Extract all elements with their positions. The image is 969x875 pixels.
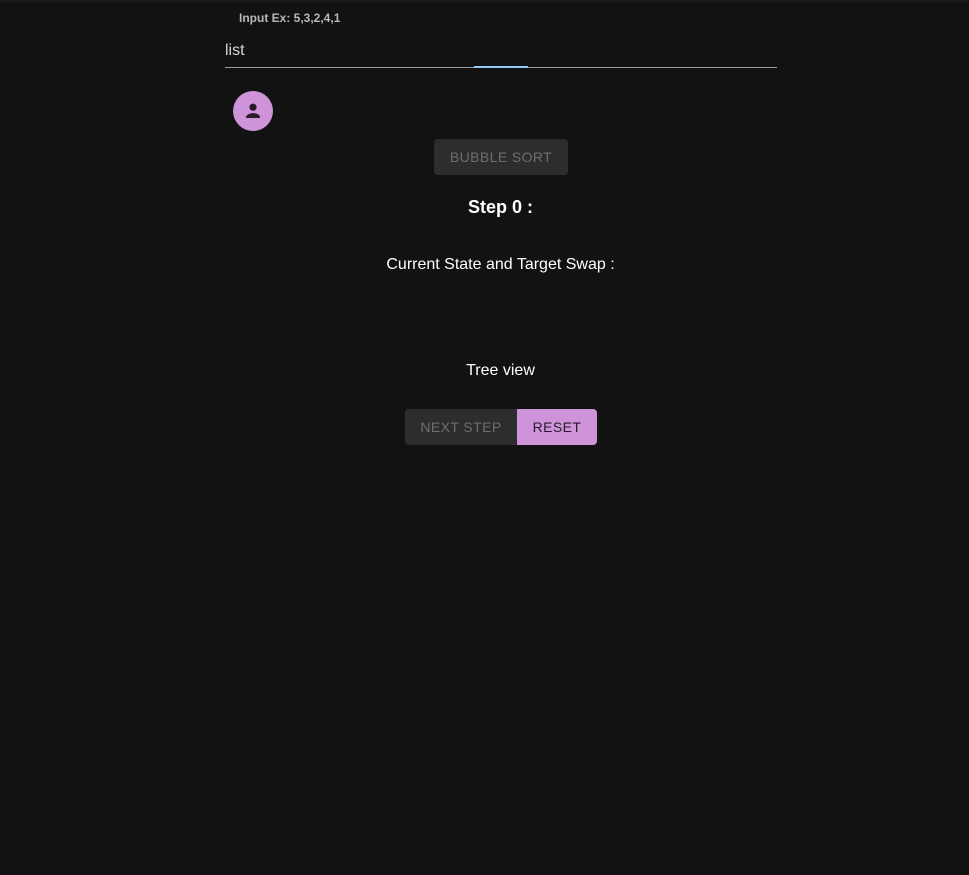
reset-button[interactable]: RESET xyxy=(517,409,597,445)
person-icon xyxy=(246,103,260,118)
tree-view-label: Tree view xyxy=(466,362,535,379)
avatar[interactable] xyxy=(233,91,273,131)
list-input-field[interactable] xyxy=(225,36,777,68)
input-hint-label: Input Ex: 5,3,2,4,1 xyxy=(239,11,341,25)
list-input[interactable] xyxy=(225,39,765,63)
current-state-label: Current State and Target Swap : xyxy=(386,256,615,273)
step-title: Step 0 : xyxy=(467,197,533,217)
next-step-button[interactable]: NEXT STEP xyxy=(405,409,517,445)
bubble-sort-button[interactable]: BUBBLE SORT xyxy=(434,139,568,175)
top-divider xyxy=(0,0,969,2)
input-focus-underline xyxy=(474,66,528,68)
